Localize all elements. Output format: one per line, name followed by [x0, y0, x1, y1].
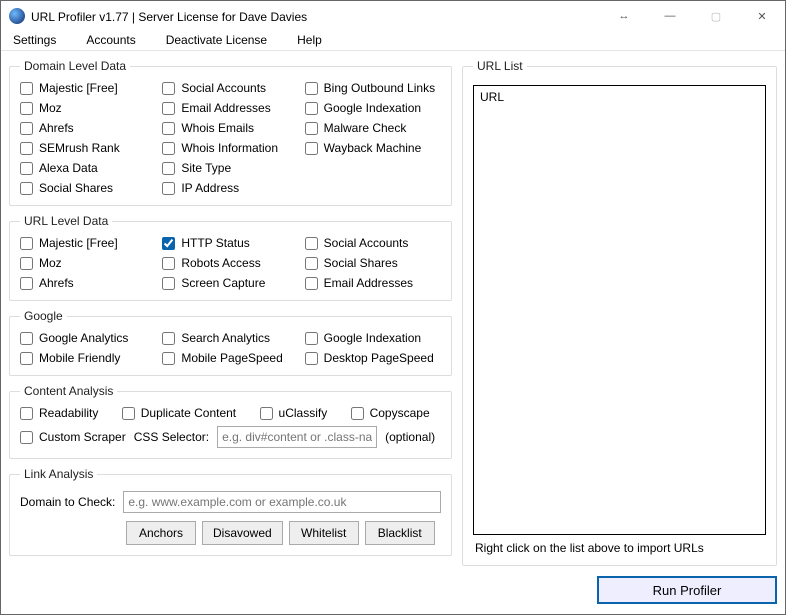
menu-settings[interactable]: Settings [7, 31, 62, 49]
cb-whois-emails[interactable]: Whois Emails [162, 121, 298, 135]
cb-screen-capture[interactable]: Screen Capture [162, 276, 298, 290]
link-analysis-legend: Link Analysis [20, 467, 97, 481]
google-legend: Google [20, 309, 67, 323]
link-analysis-group: Link Analysis Domain to Check: Anchors D… [9, 467, 452, 556]
cb-readability[interactable]: Readability [20, 406, 110, 420]
css-selector-input[interactable] [217, 426, 377, 448]
titlebar: URL Profiler v1.77 | Server License for … [1, 1, 785, 31]
cb-url-email-addresses[interactable]: Email Addresses [305, 276, 441, 290]
cb-desktop-pagespeed[interactable]: Desktop PageSpeed [305, 351, 441, 365]
domain-check-input[interactable] [123, 491, 441, 513]
cb-site-type[interactable]: Site Type [162, 161, 298, 175]
cb-url-social-shares[interactable]: Social Shares [305, 256, 441, 270]
cb-wayback-machine[interactable]: Wayback Machine [305, 141, 441, 155]
cb-malware-check[interactable]: Malware Check [305, 121, 441, 135]
run-profiler-button[interactable]: Run Profiler [597, 576, 777, 604]
content-analysis-legend: Content Analysis [20, 384, 117, 398]
cb-url-social-accounts[interactable]: Social Accounts [305, 236, 441, 250]
cb-bing-outbound[interactable]: Bing Outbound Links [305, 81, 441, 95]
cb-url-majestic[interactable]: Majestic [Free] [20, 236, 156, 250]
menu-deactivate-license[interactable]: Deactivate License [160, 31, 273, 49]
cb-mobile-friendly[interactable]: Mobile Friendly [20, 351, 156, 365]
cb-google-analytics[interactable]: Google Analytics [20, 331, 156, 345]
cb-robots-access[interactable]: Robots Access [162, 256, 298, 270]
disavowed-button[interactable]: Disavowed [202, 521, 283, 545]
app-icon [9, 8, 25, 24]
cb-google-indexation[interactable]: Google Indexation [305, 101, 441, 115]
url-list-header: URL [480, 90, 759, 104]
cb-email-addresses[interactable]: Email Addresses [162, 101, 298, 115]
css-selector-label: CSS Selector: [134, 430, 209, 444]
whitelist-button[interactable]: Whitelist [289, 521, 359, 545]
cb-alexa-data[interactable]: Alexa Data [20, 161, 156, 175]
url-list-legend: URL List [473, 59, 527, 73]
cb-social-shares[interactable]: Social Shares [20, 181, 156, 195]
cb-duplicate-content[interactable]: Duplicate Content [122, 406, 248, 420]
maximize-button[interactable]: ▢ [693, 1, 739, 31]
cb-copyscape[interactable]: Copyscape [351, 406, 441, 420]
window-title: URL Profiler v1.77 | Server License for … [31, 9, 601, 24]
minimize-button[interactable]: — [647, 1, 693, 31]
cb-search-analytics[interactable]: Search Analytics [162, 331, 298, 345]
cb-url-moz[interactable]: Moz [20, 256, 156, 270]
cb-ip-address[interactable]: IP Address [162, 181, 298, 195]
cb-moz[interactable]: Moz [20, 101, 156, 115]
resize-icon[interactable]: ↔ [601, 1, 647, 31]
cb-whois-information[interactable]: Whois Information [162, 141, 298, 155]
cb-uclassify[interactable]: uClassify [260, 406, 339, 420]
domain-level-legend: Domain Level Data [20, 59, 130, 73]
url-list-hint: Right click on the list above to import … [475, 541, 764, 555]
google-group: Google Google Analytics Mobile Friendly … [9, 309, 452, 376]
menubar: Settings Accounts Deactivate License Hel… [1, 31, 785, 51]
cb-google-indexation2[interactable]: Google Indexation [305, 331, 441, 345]
domain-level-group: Domain Level Data Majestic [Free] Moz Ah… [9, 59, 452, 206]
cb-custom-scraper[interactable]: Custom Scraper [20, 430, 126, 444]
blacklist-button[interactable]: Blacklist [365, 521, 435, 545]
menu-help[interactable]: Help [291, 31, 328, 49]
menu-accounts[interactable]: Accounts [80, 31, 141, 49]
cb-url-ahrefs[interactable]: Ahrefs [20, 276, 156, 290]
url-level-legend: URL Level Data [20, 214, 112, 228]
cb-majestic-free[interactable]: Majestic [Free] [20, 81, 156, 95]
cb-social-accounts[interactable]: Social Accounts [162, 81, 298, 95]
cb-semrush-rank[interactable]: SEMrush Rank [20, 141, 156, 155]
cb-ahrefs[interactable]: Ahrefs [20, 121, 156, 135]
close-button[interactable]: ✕ [739, 1, 785, 31]
domain-check-label: Domain to Check: [20, 495, 115, 509]
url-list-group: URL List URL Right click on the list abo… [462, 59, 777, 566]
anchors-button[interactable]: Anchors [126, 521, 196, 545]
cb-mobile-pagespeed[interactable]: Mobile PageSpeed [162, 351, 298, 365]
url-level-group: URL Level Data Majestic [Free] Moz Ahref… [9, 214, 452, 301]
url-list[interactable]: URL [473, 85, 766, 535]
cb-http-status[interactable]: HTTP Status [162, 236, 298, 250]
content-analysis-group: Content Analysis Readability Duplicate C… [9, 384, 452, 459]
css-selector-optional: (optional) [385, 430, 435, 444]
